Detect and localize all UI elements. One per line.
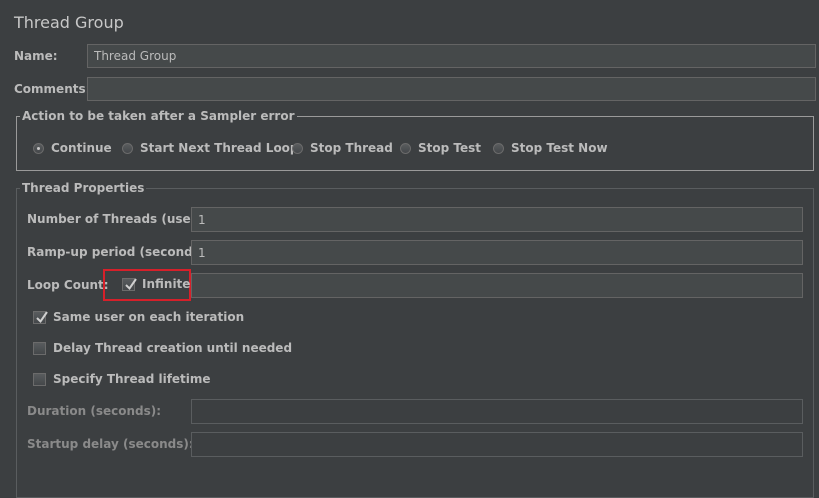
radio-selected-icon[interactable] <box>33 142 44 154</box>
rampup-input[interactable] <box>191 240 803 265</box>
radio-unselected-icon[interactable] <box>400 142 411 154</box>
checkbox-checked-icon[interactable] <box>122 277 137 291</box>
same-user-label: Same user on each iteration <box>53 310 245 324</box>
comments-label: Comments: <box>14 82 91 96</box>
page-title: Thread Group <box>14 13 124 32</box>
radio-unselected-icon[interactable] <box>292 142 303 154</box>
name-input[interactable] <box>87 44 816 68</box>
radio-stop-test-now-label: Stop Test Now <box>511 141 608 155</box>
startup-delay-label: Startup delay (seconds): <box>27 437 194 451</box>
same-user-checkbox[interactable]: Same user on each iteration <box>33 310 244 324</box>
infinite-checkbox[interactable]: Infinite <box>122 277 190 291</box>
loop-count-input[interactable] <box>191 273 803 298</box>
delay-creation-checkbox[interactable]: Delay Thread creation until needed <box>33 341 292 355</box>
sampler-error-legend: Action to be taken after a Sampler error <box>20 109 297 123</box>
delay-creation-label: Delay Thread creation until needed <box>53 341 293 355</box>
thread-lifetime-label: Specify Thread lifetime <box>53 372 211 386</box>
radio-unselected-icon[interactable] <box>122 142 133 154</box>
radio-stop-thread[interactable]: Stop Thread <box>292 141 393 155</box>
radio-stop-test-label: Stop Test <box>418 141 481 155</box>
radio-unselected-icon[interactable] <box>493 142 504 154</box>
thread-properties-legend: Thread Properties <box>20 181 147 195</box>
radio-start-next-thread-loop[interactable]: Start Next Thread Loop <box>122 141 299 155</box>
threads-label: Number of Threads (users): <box>27 212 215 226</box>
radio-continue-label: Continue <box>51 141 112 155</box>
checkbox-checked-icon[interactable] <box>33 310 48 324</box>
startup-delay-input[interactable] <box>191 432 803 457</box>
checkbox-unchecked-icon[interactable] <box>33 372 46 386</box>
infinite-label: Infinite <box>142 277 191 291</box>
rampup-label: Ramp-up period (seconds): <box>27 245 211 259</box>
checkbox-unchecked-icon[interactable] <box>33 341 46 355</box>
radio-stop-test[interactable]: Stop Test <box>400 141 481 155</box>
name-label: Name: <box>14 49 58 63</box>
duration-input[interactable] <box>191 399 803 424</box>
loop-count-label: Loop Count: <box>27 278 109 292</box>
thread-lifetime-checkbox[interactable]: Specify Thread lifetime <box>33 372 211 386</box>
radio-stop-test-now[interactable]: Stop Test Now <box>493 141 608 155</box>
duration-label: Duration (seconds): <box>27 404 162 418</box>
radio-continue[interactable]: Continue <box>33 141 112 155</box>
threads-input[interactable] <box>191 207 803 232</box>
comments-input[interactable] <box>87 77 816 101</box>
radio-start-next-thread-loop-label: Start Next Thread Loop <box>140 141 299 155</box>
radio-stop-thread-label: Stop Thread <box>310 141 393 155</box>
